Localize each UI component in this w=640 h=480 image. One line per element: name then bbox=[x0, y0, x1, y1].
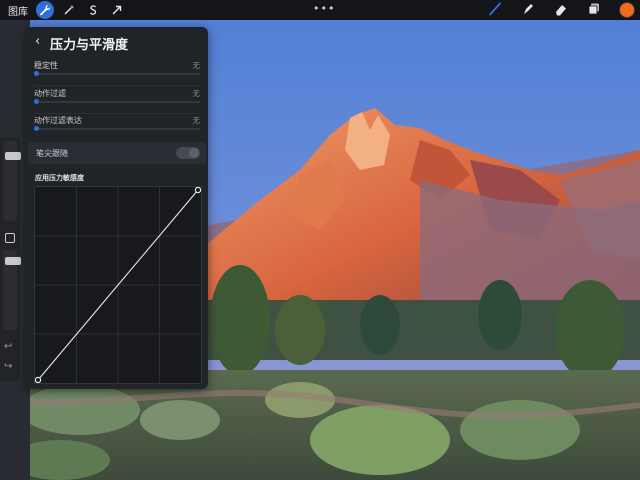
setting-slider-track[interactable] bbox=[34, 101, 200, 103]
actions-button[interactable] bbox=[36, 1, 54, 19]
setting-value: 无 bbox=[192, 89, 201, 98]
divider bbox=[34, 85, 200, 86]
layers-icon bbox=[587, 1, 601, 20]
undo-button[interactable]: ↩ bbox=[4, 341, 12, 352]
setting-value: 无 bbox=[192, 116, 201, 125]
eraser-icon bbox=[554, 1, 568, 20]
curve-control-point[interactable] bbox=[194, 187, 201, 194]
layers-button[interactable] bbox=[586, 2, 602, 18]
brush-button[interactable] bbox=[487, 2, 503, 18]
redo-button[interactable]: ↪ bbox=[4, 361, 12, 372]
setting-slider-track[interactable] bbox=[34, 128, 200, 130]
setting-stabilization[interactable]: 稳定性 无 bbox=[34, 60, 200, 84]
smudge-button[interactable] bbox=[520, 2, 536, 18]
setting-motion-filtering[interactable]: 动作过滤 无 bbox=[34, 88, 200, 112]
back-chevron-icon[interactable]: ‹ bbox=[35, 35, 40, 49]
undo-icon: ↩ bbox=[4, 341, 13, 352]
selection-s-icon bbox=[87, 4, 99, 16]
brush-icon bbox=[488, 1, 502, 20]
pressure-curve-label: 应用压力敏感度 bbox=[35, 174, 84, 182]
transform-button[interactable] bbox=[108, 1, 126, 19]
setting-label: 稳定性 bbox=[34, 61, 58, 70]
pencil-tracking-label: 笔尖跟随 bbox=[36, 149, 68, 158]
left-sidebar: ↩ ↪ bbox=[0, 137, 21, 382]
panel-title: 压力与平滑度 bbox=[50, 38, 129, 53]
setting-value: 无 bbox=[192, 61, 201, 70]
toggle-knob bbox=[189, 148, 199, 158]
magic-wand-icon bbox=[63, 4, 75, 16]
more-options-icon[interactable]: ••• bbox=[313, 2, 335, 15]
redo-icon: ↪ bbox=[4, 361, 13, 372]
opacity-knob[interactable] bbox=[5, 257, 21, 266]
setting-label: 动作过滤表达 bbox=[34, 116, 82, 125]
eraser-button[interactable] bbox=[553, 2, 569, 18]
setting-motion-filtering-expression[interactable]: 动作过滤表达 无 bbox=[34, 115, 200, 139]
pressure-smoothing-panel: ‹ 压力与平滑度 稳定性 无 动作过滤 无 动作过滤表达 无 笔尖跟随 应用压力… bbox=[26, 27, 208, 389]
top-toolbar: 图库 ••• bbox=[0, 0, 640, 20]
modify-square-button[interactable] bbox=[5, 233, 15, 243]
wrench-icon bbox=[39, 4, 51, 16]
setting-slider-thumb[interactable] bbox=[34, 126, 39, 131]
opacity-slider[interactable] bbox=[3, 250, 21, 330]
pressure-curve-editor[interactable] bbox=[34, 186, 202, 384]
divider bbox=[34, 113, 200, 114]
pressure-curve-graph bbox=[35, 187, 201, 383]
curve-control-point[interactable] bbox=[35, 376, 42, 383]
panel-header: ‹ 压力与平滑度 bbox=[26, 27, 208, 57]
brush-size-slider[interactable] bbox=[3, 141, 21, 221]
brush-size-knob[interactable] bbox=[5, 151, 21, 160]
transform-arrow-icon bbox=[111, 4, 123, 16]
setting-slider-thumb[interactable] bbox=[34, 99, 39, 104]
selection-button[interactable] bbox=[84, 1, 102, 19]
pencil-tracking-toggle[interactable] bbox=[176, 147, 200, 159]
smudge-icon bbox=[521, 1, 535, 20]
gallery-button[interactable]: 图库 bbox=[8, 3, 30, 18]
setting-label: 动作过滤 bbox=[34, 89, 66, 98]
setting-slider-thumb[interactable] bbox=[34, 71, 39, 76]
adjustments-button[interactable] bbox=[60, 1, 78, 19]
pencil-tracking-row: 笔尖跟随 bbox=[28, 142, 206, 164]
color-picker-button[interactable] bbox=[619, 2, 635, 18]
setting-slider-track[interactable] bbox=[34, 73, 200, 75]
